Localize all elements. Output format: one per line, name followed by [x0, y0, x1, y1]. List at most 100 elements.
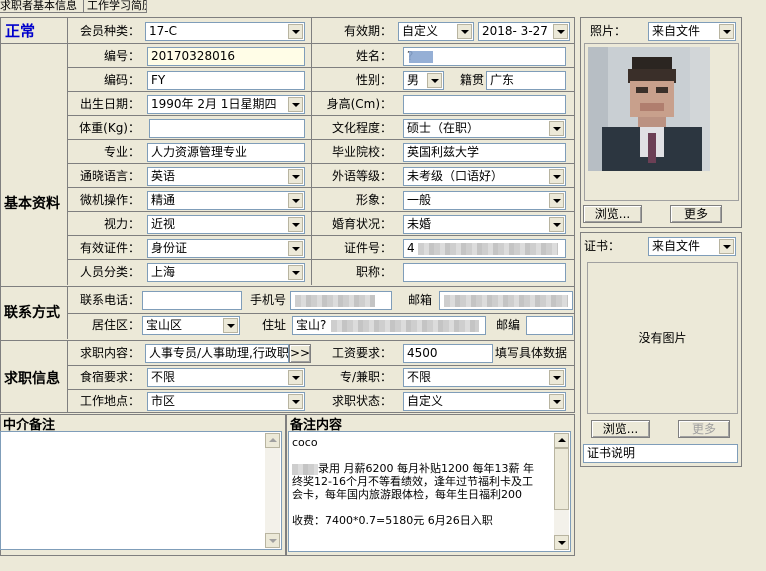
district-select[interactable]: 宝山区	[142, 316, 240, 335]
vision-label: 视力：	[103, 217, 140, 231]
cert-more-button[interactable]: 更多	[678, 420, 730, 438]
number-field[interactable]: 20170328016	[147, 47, 305, 66]
school-label: 毕业院校：	[331, 145, 392, 159]
agent-note-scrollbar[interactable]	[265, 433, 280, 548]
language-label: 通晓语言：	[79, 169, 140, 183]
appearance-select[interactable]: 一般	[403, 191, 566, 210]
redacted-block	[418, 243, 558, 255]
remark-textarea[interactable]: coco 录用 月薪6200 每月补贴1200 每年13薪 年 终奖12-16个…	[288, 431, 571, 552]
chevron-down-icon	[223, 318, 238, 333]
location-select[interactable]: 市区	[147, 392, 305, 411]
phone-label: 联系电话：	[79, 293, 140, 307]
phone-field[interactable]	[142, 291, 242, 310]
school-field[interactable]: 英国利兹大学	[403, 143, 566, 162]
category-label: 人员分类：	[79, 265, 140, 279]
remark-line: 会卡，每年国内旅游跟体检，每年生日福利200	[292, 488, 522, 501]
scroll-down-icon[interactable]	[554, 535, 569, 550]
validity-date-picker[interactable]: 2018- 3-27	[478, 22, 570, 41]
foreign-level-label: 外语等级：	[331, 169, 392, 183]
category-select[interactable]: 上海	[147, 263, 305, 282]
tab-label: 工作学习简历	[87, 0, 147, 12]
tab-basic-info[interactable]: 求职者基本信息	[0, 0, 86, 13]
address-field[interactable]: 宝山?	[292, 316, 486, 335]
gender-select[interactable]: 男	[403, 71, 444, 90]
title-field[interactable]	[403, 263, 566, 282]
name-label: 姓名：	[355, 49, 392, 63]
chevron-down-icon	[549, 217, 564, 232]
chevron-down-icon	[288, 24, 303, 39]
job-content-label: 求职内容：	[79, 346, 140, 360]
marriage-label: 婚育状况：	[331, 217, 392, 231]
chevron-down-icon	[549, 394, 564, 409]
postcode-label: 邮编	[495, 318, 520, 332]
divider	[0, 286, 575, 287]
scroll-down-icon[interactable]	[265, 533, 280, 548]
language-select[interactable]: 英语	[147, 167, 305, 186]
chevron-down-icon	[288, 394, 303, 409]
postcode-field[interactable]	[526, 316, 573, 335]
section-job-title: 求职信息	[4, 371, 60, 387]
redacted-block	[331, 320, 479, 332]
photo-more-button[interactable]: 更多	[670, 205, 722, 223]
education-select[interactable]: 硕士（在职）	[403, 119, 566, 138]
id-number-field[interactable]: 4	[403, 239, 566, 258]
vision-select[interactable]: 近视	[147, 215, 305, 234]
height-label: 身高(Cm)：	[326, 97, 392, 111]
mobile-field[interactable]	[290, 291, 392, 310]
chevron-down-icon	[288, 217, 303, 232]
code-field[interactable]: FY	[147, 71, 305, 90]
salary-field[interactable]: 4500	[403, 344, 493, 363]
scroll-thumb[interactable]	[554, 448, 569, 510]
redacted-block	[295, 295, 375, 307]
chevron-down-icon	[457, 24, 472, 39]
hometown-field[interactable]: 广东	[486, 71, 566, 90]
remark-line	[292, 449, 552, 462]
fulltime-select[interactable]: 不限	[403, 368, 566, 387]
remark-scrollbar[interactable]	[554, 433, 569, 550]
cert-source-select[interactable]: 来自文件	[648, 237, 736, 256]
job-content-field[interactable]: 人事专员/人事助理,行政职	[145, 344, 289, 363]
email-field[interactable]	[439, 291, 573, 310]
mobile-label: 手机号	[249, 293, 286, 307]
weight-label: 体重(Kg)：	[79, 121, 140, 135]
weight-field[interactable]	[149, 119, 305, 138]
hometown-label: 籍贯	[459, 73, 484, 87]
cert-browse-button[interactable]: 浏览...	[591, 420, 650, 438]
marriage-select[interactable]: 未婚	[403, 215, 566, 234]
chevron-down-icon	[553, 24, 568, 39]
tab-resume[interactable]: 工作学习简历	[83, 0, 147, 13]
job-status-select[interactable]: 自定义	[403, 392, 566, 411]
scroll-up-icon[interactable]	[265, 433, 280, 448]
job-content-more-button[interactable]: >>	[289, 344, 311, 363]
height-field[interactable]	[403, 95, 566, 114]
chevron-down-icon	[719, 239, 734, 254]
computer-select[interactable]: 精通	[147, 191, 305, 210]
photo-image	[588, 47, 710, 171]
name-field[interactable]: ?	[403, 47, 566, 66]
photo-label: 照片：	[590, 24, 627, 38]
chevron-down-icon	[288, 370, 303, 385]
agent-note-textarea[interactable]	[0, 431, 282, 550]
remark-line: 终奖12-16个月不等看绩效，逢年过节福利卡及工	[292, 475, 533, 488]
member-type-label: 会员种类：	[79, 24, 140, 38]
education-label: 文化程度：	[331, 121, 392, 135]
photo-source-select[interactable]: 来自文件	[648, 22, 736, 41]
birthday-picker[interactable]: 1990年 2月 1日星期四	[147, 95, 305, 114]
lodging-select[interactable]: 不限	[147, 368, 305, 387]
member-type-select[interactable]: 17-C	[145, 22, 305, 41]
location-label: 工作地点：	[79, 394, 140, 408]
validity-mode-select[interactable]: 自定义	[398, 22, 474, 41]
remark-line	[292, 501, 552, 514]
cert-image-frame: 没有图片	[587, 262, 738, 414]
remark-line: 收费：7400*0.7=5180元 6月26日入职	[292, 514, 493, 527]
major-field[interactable]: 人力资源管理专业	[147, 143, 305, 162]
tab-label: 求职者基本信息	[0, 0, 77, 12]
id-type-select[interactable]: 身份证	[147, 239, 305, 258]
scroll-up-icon[interactable]	[554, 433, 569, 448]
photo-frame	[584, 43, 739, 201]
job-status-label: 求职状态：	[331, 394, 392, 408]
photo-browse-button[interactable]: 浏览...	[583, 205, 642, 223]
validity-label: 有效期：	[343, 24, 392, 38]
cert-desc-field[interactable]: 证书说明	[583, 444, 738, 463]
foreign-level-select[interactable]: 未考级（口语好）	[403, 167, 566, 186]
